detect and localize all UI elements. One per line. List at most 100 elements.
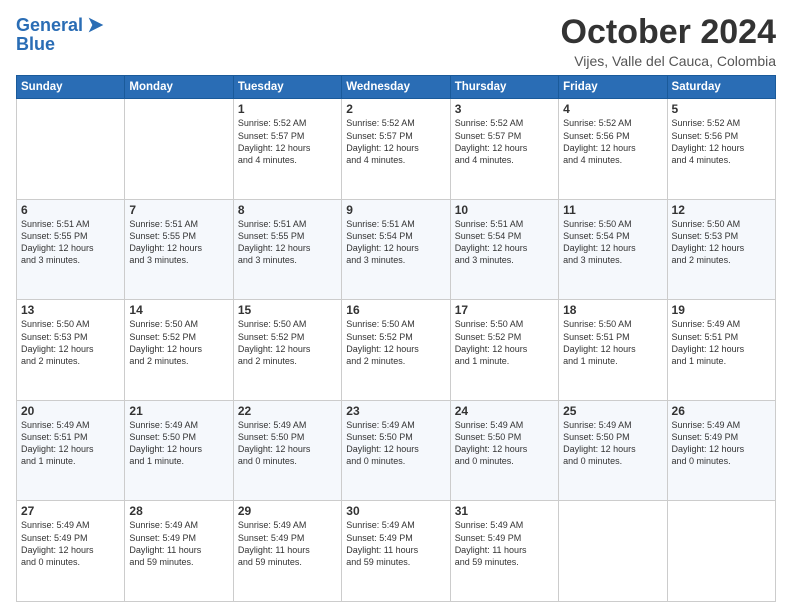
day-info: Sunrise: 5:51 AM Sunset: 5:54 PM Dayligh…	[346, 218, 445, 267]
day-info: Sunrise: 5:49 AM Sunset: 5:50 PM Dayligh…	[129, 419, 228, 468]
calendar-week-2: 6 Sunrise: 5:51 AM Sunset: 5:55 PM Daylig…	[17, 199, 776, 300]
day-number: 21	[129, 404, 228, 418]
calendar-cell: 17Sunrise: 5:50 AM Sunset: 5:52 PM Dayli…	[450, 300, 558, 401]
calendar-cell: 12Sunrise: 5:50 AM Sunset: 5:53 PM Dayli…	[667, 199, 775, 300]
calendar-cell: 27Sunrise: 5:49 AM Sunset: 5:49 PM Dayli…	[17, 501, 125, 602]
calendar-week-4: 20Sunrise: 5:49 AM Sunset: 5:51 PM Dayli…	[17, 400, 776, 501]
calendar-cell: 19Sunrise: 5:49 AM Sunset: 5:51 PM Dayli…	[667, 300, 775, 401]
day-number: 26	[672, 404, 771, 418]
day-number: 25	[563, 404, 662, 418]
day-info: Sunrise: 5:52 AM Sunset: 5:57 PM Dayligh…	[346, 117, 445, 166]
day-info: Sunrise: 5:49 AM Sunset: 5:49 PM Dayligh…	[238, 519, 337, 568]
day-info: Sunrise: 5:51 AM Sunset: 5:55 PM Dayligh…	[129, 218, 228, 267]
header: General Blue October 2024 Vijes, Valle d…	[16, 14, 776, 69]
day-info: Sunrise: 5:49 AM Sunset: 5:50 PM Dayligh…	[346, 419, 445, 468]
calendar-cell: 26Sunrise: 5:49 AM Sunset: 5:49 PM Dayli…	[667, 400, 775, 501]
day-number: 4	[563, 102, 662, 116]
calendar-cell	[125, 99, 233, 200]
calendar-cell: 9Sunrise: 5:51 AM Sunset: 5:54 PM Daylig…	[342, 199, 450, 300]
day-info: Sunrise: 5:49 AM Sunset: 5:49 PM Dayligh…	[129, 519, 228, 568]
day-number: 23	[346, 404, 445, 418]
weekday-header-wednesday: Wednesday	[342, 76, 450, 99]
day-info: Sunrise: 5:51 AM Sunset: 5:55 PM Dayligh…	[238, 218, 337, 267]
calendar-week-1: 1Sunrise: 5:52 AM Sunset: 5:57 PM Daylig…	[17, 99, 776, 200]
day-info: Sunrise: 5:49 AM Sunset: 5:51 PM Dayligh…	[21, 419, 120, 468]
calendar-cell: 5Sunrise: 5:52 AM Sunset: 5:56 PM Daylig…	[667, 99, 775, 200]
calendar-cell: 29Sunrise: 5:49 AM Sunset: 5:49 PM Dayli…	[233, 501, 341, 602]
day-info: Sunrise: 5:52 AM Sunset: 5:56 PM Dayligh…	[563, 117, 662, 166]
day-number: 1	[238, 102, 337, 116]
day-number: 2	[346, 102, 445, 116]
day-number: 28	[129, 504, 228, 518]
calendar-cell: 6Sunrise: 5:51 AM Sunset: 5:55 PM Daylig…	[17, 199, 125, 300]
day-number: 16	[346, 303, 445, 317]
logo-arrow-icon	[85, 14, 107, 36]
day-number: 12	[672, 203, 771, 217]
day-info: Sunrise: 5:52 AM Sunset: 5:56 PM Dayligh…	[672, 117, 771, 166]
calendar-cell: 13Sunrise: 5:50 AM Sunset: 5:53 PM Dayli…	[17, 300, 125, 401]
day-info: Sunrise: 5:50 AM Sunset: 5:52 PM Dayligh…	[238, 318, 337, 367]
day-number: 19	[672, 303, 771, 317]
calendar-cell: 16Sunrise: 5:50 AM Sunset: 5:52 PM Dayli…	[342, 300, 450, 401]
day-number: 27	[21, 504, 120, 518]
calendar-week-5: 27Sunrise: 5:49 AM Sunset: 5:49 PM Dayli…	[17, 501, 776, 602]
day-number: 15	[238, 303, 337, 317]
calendar-cell	[559, 501, 667, 602]
logo: General Blue	[16, 16, 107, 55]
day-info: Sunrise: 5:49 AM Sunset: 5:49 PM Dayligh…	[672, 419, 771, 468]
day-number: 10	[455, 203, 554, 217]
calendar-cell: 24Sunrise: 5:49 AM Sunset: 5:50 PM Dayli…	[450, 400, 558, 501]
day-number: 3	[455, 102, 554, 116]
day-info: Sunrise: 5:50 AM Sunset: 5:53 PM Dayligh…	[672, 218, 771, 267]
calendar-cell: 23Sunrise: 5:49 AM Sunset: 5:50 PM Dayli…	[342, 400, 450, 501]
calendar-cell: 31Sunrise: 5:49 AM Sunset: 5:49 PM Dayli…	[450, 501, 558, 602]
day-number: 24	[455, 404, 554, 418]
location: Vijes, Valle del Cauca, Colombia	[561, 53, 776, 69]
calendar-cell: 28Sunrise: 5:49 AM Sunset: 5:49 PM Dayli…	[125, 501, 233, 602]
day-number: 8	[238, 203, 337, 217]
day-info: Sunrise: 5:50 AM Sunset: 5:53 PM Dayligh…	[21, 318, 120, 367]
day-info: Sunrise: 5:50 AM Sunset: 5:52 PM Dayligh…	[455, 318, 554, 367]
calendar-cell: 3Sunrise: 5:52 AM Sunset: 5:57 PM Daylig…	[450, 99, 558, 200]
weekday-header-sunday: Sunday	[17, 76, 125, 99]
page: General Blue October 2024 Vijes, Valle d…	[0, 0, 792, 612]
calendar-cell: 18Sunrise: 5:50 AM Sunset: 5:51 PM Dayli…	[559, 300, 667, 401]
day-number: 31	[455, 504, 554, 518]
calendar-cell	[667, 501, 775, 602]
day-number: 7	[129, 203, 228, 217]
calendar-cell: 7Sunrise: 5:51 AM Sunset: 5:55 PM Daylig…	[125, 199, 233, 300]
calendar-table: SundayMondayTuesdayWednesdayThursdayFrid…	[16, 75, 776, 602]
day-number: 17	[455, 303, 554, 317]
calendar-cell: 8Sunrise: 5:51 AM Sunset: 5:55 PM Daylig…	[233, 199, 341, 300]
day-number: 6	[21, 203, 120, 217]
day-number: 11	[563, 203, 662, 217]
weekday-header-monday: Monday	[125, 76, 233, 99]
calendar-cell: 4Sunrise: 5:52 AM Sunset: 5:56 PM Daylig…	[559, 99, 667, 200]
day-number: 13	[21, 303, 120, 317]
day-info: Sunrise: 5:52 AM Sunset: 5:57 PM Dayligh…	[455, 117, 554, 166]
weekday-header-tuesday: Tuesday	[233, 76, 341, 99]
day-info: Sunrise: 5:49 AM Sunset: 5:49 PM Dayligh…	[346, 519, 445, 568]
logo-general: General	[16, 15, 83, 35]
day-info: Sunrise: 5:50 AM Sunset: 5:52 PM Dayligh…	[129, 318, 228, 367]
title-block: October 2024 Vijes, Valle del Cauca, Col…	[561, 14, 776, 69]
weekday-header-friday: Friday	[559, 76, 667, 99]
day-number: 22	[238, 404, 337, 418]
calendar-cell: 10Sunrise: 5:51 AM Sunset: 5:54 PM Dayli…	[450, 199, 558, 300]
day-info: Sunrise: 5:51 AM Sunset: 5:54 PM Dayligh…	[455, 218, 554, 267]
day-info: Sunrise: 5:49 AM Sunset: 5:49 PM Dayligh…	[455, 519, 554, 568]
day-info: Sunrise: 5:52 AM Sunset: 5:57 PM Dayligh…	[238, 117, 337, 166]
day-info: Sunrise: 5:49 AM Sunset: 5:49 PM Dayligh…	[21, 519, 120, 568]
calendar-cell: 2Sunrise: 5:52 AM Sunset: 5:57 PM Daylig…	[342, 99, 450, 200]
calendar-cell: 22Sunrise: 5:49 AM Sunset: 5:50 PM Dayli…	[233, 400, 341, 501]
weekday-header-saturday: Saturday	[667, 76, 775, 99]
calendar-cell: 21Sunrise: 5:49 AM Sunset: 5:50 PM Dayli…	[125, 400, 233, 501]
calendar-cell: 11Sunrise: 5:50 AM Sunset: 5:54 PM Dayli…	[559, 199, 667, 300]
calendar-cell: 15Sunrise: 5:50 AM Sunset: 5:52 PM Dayli…	[233, 300, 341, 401]
calendar-cell: 30Sunrise: 5:49 AM Sunset: 5:49 PM Dayli…	[342, 501, 450, 602]
calendar-header-row: SundayMondayTuesdayWednesdayThursdayFrid…	[17, 76, 776, 99]
logo-text: General	[16, 16, 83, 36]
day-number: 14	[129, 303, 228, 317]
day-number: 18	[563, 303, 662, 317]
calendar-cell: 25Sunrise: 5:49 AM Sunset: 5:50 PM Dayli…	[559, 400, 667, 501]
